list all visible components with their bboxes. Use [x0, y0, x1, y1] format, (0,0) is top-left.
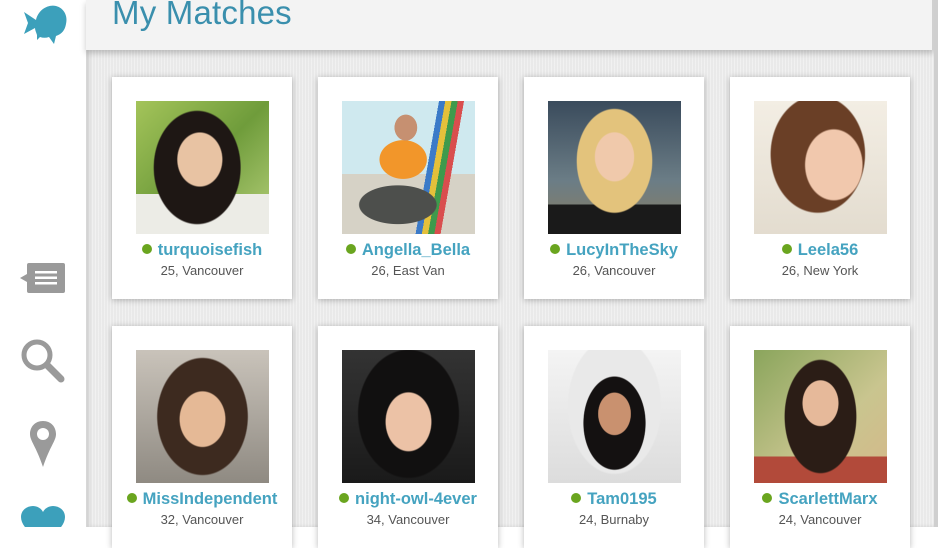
- map-pin-icon: [28, 419, 58, 474]
- match-username[interactable]: ScarlettMarx: [778, 490, 877, 508]
- profile-photo[interactable]: [548, 101, 681, 234]
- profile-photo[interactable]: [548, 350, 681, 483]
- match-username[interactable]: Tam0195: [587, 490, 656, 508]
- page-title: My Matches: [112, 0, 292, 31]
- message-icon: [19, 261, 67, 300]
- match-card[interactable]: Angella_Bella 26, East Van: [318, 77, 498, 299]
- match-card[interactable]: LucyInTheSky 26, Vancouver: [524, 77, 704, 299]
- online-status-dot: [781, 244, 792, 254]
- sidebar-item-location[interactable]: [0, 420, 86, 472]
- online-status-dot: [126, 493, 137, 503]
- match-card[interactable]: night-owl-4ever 34, Vancouver: [318, 326, 498, 548]
- online-status-dot: [762, 493, 773, 503]
- main-content: My Matches turquoisefish 25, Vancouver A…: [86, 0, 938, 548]
- match-card[interactable]: ScarlettMarx 24, Vancouver: [730, 326, 910, 548]
- match-username[interactable]: night-owl-4ever: [355, 490, 477, 508]
- heart-icon: [19, 505, 67, 527]
- online-status-dot: [345, 244, 356, 254]
- profile-photo[interactable]: [754, 101, 887, 234]
- profile-photo[interactable]: [342, 350, 475, 483]
- header-bar: My Matches: [86, 0, 934, 50]
- match-details: 26, East Van: [371, 263, 445, 278]
- online-status-dot: [339, 493, 350, 503]
- sidebar-item-matches[interactable]: [0, 505, 86, 527]
- match-details: 24, Burnaby: [578, 512, 650, 527]
- match-details: 26, Vancouver: [572, 263, 656, 278]
- match-card[interactable]: Tam0195 24, Burnaby: [524, 326, 704, 548]
- profile-photo[interactable]: [136, 101, 269, 234]
- match-details: 25, Vancouver: [160, 263, 244, 278]
- match-card[interactable]: Leela56 26, New York: [730, 77, 910, 299]
- match-card[interactable]: turquoisefish 25, Vancouver: [112, 77, 292, 299]
- match-details: 32, Vancouver: [160, 512, 244, 527]
- sidebar-item-search[interactable]: [0, 338, 86, 388]
- sidebar-item-messages[interactable]: [0, 262, 86, 298]
- online-status-dot: [141, 244, 152, 254]
- search-icon: [18, 336, 68, 391]
- online-status-dot: [571, 493, 582, 503]
- match-username[interactable]: turquoisefish: [158, 241, 263, 259]
- logo[interactable]: [0, 0, 86, 50]
- match-username[interactable]: MissIndependent: [143, 490, 278, 508]
- match-details: 34, Vancouver: [366, 512, 450, 527]
- fish-logo-icon: [18, 0, 68, 51]
- match-details: 24, Vancouver: [778, 512, 862, 527]
- online-status-dot: [550, 244, 561, 254]
- match-card[interactable]: MissIndependent 32, Vancouver: [112, 326, 292, 548]
- scrollbar[interactable]: [934, 0, 938, 527]
- sidebar: [0, 0, 86, 527]
- match-username[interactable]: Leela56: [798, 241, 859, 259]
- profile-photo[interactable]: [342, 101, 475, 234]
- profile-photo[interactable]: [754, 350, 887, 483]
- match-username[interactable]: Angella_Bella: [362, 241, 470, 259]
- profile-photo[interactable]: [136, 350, 269, 483]
- match-username[interactable]: LucyInTheSky: [566, 241, 678, 259]
- match-details: 26, New York: [781, 263, 859, 278]
